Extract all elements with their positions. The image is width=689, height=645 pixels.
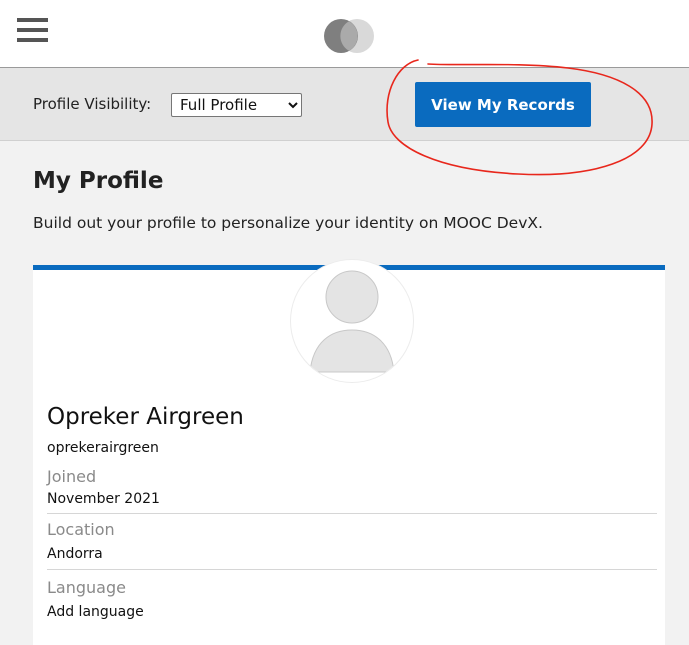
field-divider — [47, 513, 657, 514]
location-label: Location — [47, 520, 115, 539]
add-language-link[interactable]: Add language — [47, 604, 144, 620]
page-title: My Profile — [33, 168, 164, 194]
top-navigation-bar — [0, 0, 689, 68]
page-subtitle: Build out your profile to personalize yo… — [33, 214, 543, 232]
profile-card: Opreker Airgreen oprekerairgreen Joined … — [33, 260, 665, 645]
joined-label: Joined — [47, 467, 97, 486]
profile-full-name: Opreker Airgreen — [47, 404, 244, 430]
joined-value: November 2021 — [47, 491, 160, 507]
profile-visibility-select[interactable]: Full Profile — [171, 93, 302, 117]
field-divider — [47, 569, 657, 570]
language-label: Language — [47, 578, 126, 597]
view-my-records-button[interactable]: View My Records — [415, 82, 591, 127]
site-logo-icon[interactable] — [322, 18, 376, 54]
profile-visibility-label: Profile Visibility: — [33, 95, 152, 113]
profile-visibility-bar: Profile Visibility: Full Profile View My… — [0, 68, 689, 141]
user-avatar-icon[interactable] — [291, 260, 413, 382]
hamburger-menu-icon[interactable] — [17, 18, 48, 44]
profile-username: oprekerairgreen — [47, 440, 159, 456]
location-value[interactable]: Andorra — [47, 546, 103, 562]
